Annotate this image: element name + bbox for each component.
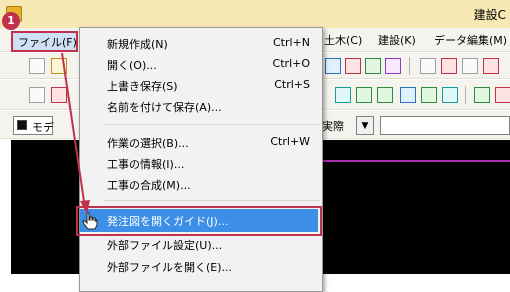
menu-item-save-as[interactable]: 名前を付けて保存(A)... [107,99,222,115]
snap-perpendicular-icon[interactable] [474,87,490,103]
open-folder-icon[interactable] [51,58,67,74]
step-number-badge: 1 [2,12,20,30]
mode-label: モデ [32,121,54,134]
menu-separator [104,200,320,201]
grid-icon[interactable] [462,58,478,74]
title-bar: 建設C [0,0,510,28]
pointer-tool-icon[interactable] [29,87,45,103]
menu-item-project-merge[interactable]: 工事の合成(M)... [107,177,191,193]
heart-icon[interactable] [385,58,401,74]
color-swatch [17,120,27,130]
menu-separator [104,124,320,125]
scale-label: 実際 [322,120,344,133]
snap-angle-icon[interactable] [377,87,393,103]
toolbar-separator [465,86,466,104]
text-icon[interactable] [420,58,436,74]
file-menu-dropdown: 新規作成(N) Ctrl+N 開く(O)... Ctrl+O 上書き保存(S) … [79,27,323,292]
menu-item-select-work[interactable]: 作業の選択(B)... [107,135,189,151]
snap-end-icon[interactable] [421,87,437,103]
add-text-icon[interactable] [441,58,457,74]
snap-tangent-icon[interactable] [495,87,510,103]
pen-icon[interactable] [365,58,381,74]
coordinate-input[interactable] [380,116,510,135]
shortcut-save: Ctrl+S [274,78,310,91]
menu-item-save[interactable]: 上書き保存(S) [107,78,178,94]
shortcut-open: Ctrl+O [272,57,310,70]
canvas-line [320,160,510,162]
snap-cross-icon[interactable] [356,87,372,103]
layer-table-icon[interactable] [325,58,341,74]
shortcut-select-work: Ctrl+W [270,135,310,148]
menu-item-order-guide[interactable]: 発注図を開くガイド(J)... [107,213,228,229]
scale-dropdown-button[interactable]: ▼ [356,116,374,135]
toolbar-separator [409,57,410,75]
menu-data-edit[interactable]: データ編集(M) [434,32,507,48]
color-bars-icon[interactable] [345,58,361,74]
snap-center-icon[interactable] [442,87,458,103]
wave-line-icon[interactable] [483,58,499,74]
menu-item-open-external[interactable]: 外部ファイルを開く(E)... [107,259,232,275]
snap-grid-icon[interactable] [400,87,416,103]
menu-file-label[interactable]: ファイル(F) [18,34,77,50]
menu-item-new[interactable]: 新規作成(N) [107,36,168,52]
menu-doboku[interactable]: 土木(C) [324,32,362,48]
hand-pointer-icon [82,212,98,230]
menu-kensetsu[interactable]: 建設(K) [378,32,416,48]
menu-item-open[interactable]: 開く(O)... [107,57,157,73]
shortcut-new: Ctrl+N [272,36,310,49]
menu-item-project-info[interactable]: 工事の情報(I)... [107,156,184,172]
select-tool-icon[interactable] [51,87,67,103]
window-title: 建設C [473,8,506,22]
snap-point-icon[interactable] [335,87,351,103]
menu-item-external-settings[interactable]: 外部ファイル設定(U)... [107,237,222,253]
new-document-icon[interactable] [29,58,45,74]
